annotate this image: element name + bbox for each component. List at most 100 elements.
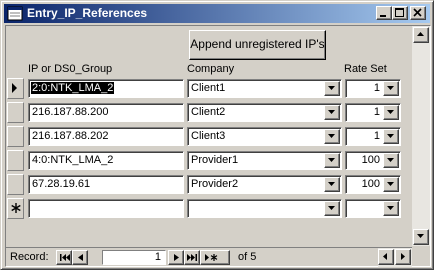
scroll-down-button[interactable] — [413, 229, 429, 245]
company-value: Client2 — [191, 106, 226, 118]
chevron-down-icon — [387, 86, 394, 90]
rate-set-value: 100 — [361, 154, 380, 166]
rate-set-dropdown-button[interactable] — [383, 81, 399, 96]
maximize-button[interactable] — [392, 6, 408, 20]
first-record-button[interactable] — [56, 250, 72, 265]
record-selector[interactable] — [7, 102, 24, 123]
rate-set-dropdown-button[interactable] — [383, 177, 399, 192]
close-icon — [413, 8, 422, 17]
new-record-selector[interactable] — [7, 198, 24, 219]
new-ip-field[interactable] — [28, 199, 184, 218]
rate-set-value: 1 — [373, 82, 380, 94]
new-company-combo[interactable] — [187, 199, 342, 218]
first-record-icon — [60, 254, 70, 261]
chevron-down-icon — [417, 234, 424, 238]
column-header-rate-set: Rate Set — [344, 63, 387, 75]
column-header-ip: IP or DS0_Group — [28, 63, 113, 75]
ip-field[interactable]: 216.187.88.200 — [28, 103, 184, 122]
chevron-down-icon — [328, 110, 335, 114]
close-button[interactable] — [410, 6, 426, 20]
scrollbar-corner — [412, 247, 430, 266]
rate-set-value: 100 — [361, 178, 380, 190]
form-detail: Append unregistered IP's IP or DS0_Group… — [6, 26, 412, 246]
chevron-down-icon — [328, 134, 335, 138]
company-dropdown-button[interactable] — [324, 177, 340, 192]
next-record-button[interactable] — [168, 250, 184, 265]
rate-set-combo[interactable]: 100 — [345, 151, 401, 170]
company-combo[interactable]: Client3 — [187, 127, 342, 146]
rate-set-combo[interactable]: 1 — [345, 79, 401, 98]
scroll-up-button[interactable] — [413, 27, 429, 43]
ip-value: 4:0:NTK_LMA_2 — [32, 154, 114, 166]
next-record-icon — [174, 254, 179, 261]
company-combo[interactable]: Provider2 — [187, 175, 342, 194]
company-combo[interactable]: Client2 — [187, 103, 342, 122]
ip-value: 67.28.19.61 — [32, 178, 91, 190]
chevron-down-icon — [328, 158, 335, 162]
append-unregistered-ips-button[interactable]: Append unregistered IP's — [189, 30, 326, 60]
chevron-up-icon — [417, 32, 424, 36]
ip-field[interactable]: 216.187.88.202 — [28, 127, 184, 146]
company-dropdown-button[interactable] — [324, 81, 340, 96]
rate-set-dropdown-button[interactable] — [383, 153, 399, 168]
previous-record-button[interactable] — [72, 250, 88, 265]
company-value: Provider1 — [191, 154, 239, 166]
company-combo[interactable]: Provider1 — [187, 151, 342, 170]
rate-set-value: 1 — [373, 130, 380, 142]
form-icon — [7, 6, 23, 21]
record-count-text: of 5 — [238, 251, 256, 263]
company-value: Client3 — [191, 130, 226, 142]
record-label: Record: — [10, 251, 49, 263]
window-title: Entry_IP_References — [27, 6, 148, 20]
chevron-down-icon — [387, 110, 394, 114]
minimize-icon — [380, 15, 386, 17]
last-record-button[interactable] — [184, 250, 200, 265]
form-body: Append unregistered IP's IP or DS0_Group… — [5, 25, 431, 267]
chevron-right-icon — [401, 253, 405, 260]
chevron-left-icon — [383, 253, 387, 260]
form-window: Entry_IP_References Append unregistered … — [0, 0, 434, 270]
record-selector[interactable] — [7, 78, 24, 99]
maximize-icon — [395, 8, 404, 17]
ip-field[interactable]: 4:0:NTK_LMA_2 — [28, 151, 184, 170]
rate-set-dropdown-button[interactable] — [383, 129, 399, 144]
rate-set-combo[interactable]: 100 — [345, 175, 401, 194]
scroll-right-button[interactable] — [395, 249, 411, 265]
rate-set-combo[interactable]: 1 — [345, 103, 401, 122]
title-bar[interactable]: Entry_IP_References — [4, 4, 430, 23]
rate-set-combo[interactable]: 1 — [345, 127, 401, 146]
ip-value: 2:0:NTK_LMA_2 — [31, 82, 115, 94]
new-rate-set-combo[interactable] — [345, 199, 401, 218]
record-selector[interactable] — [7, 150, 24, 171]
new-record-button[interactable] — [200, 250, 230, 265]
new-record-icon — [205, 254, 218, 261]
current-record-field[interactable]: 1 — [102, 250, 166, 265]
record-pointer-icon — [12, 83, 17, 93]
company-dropdown-button[interactable] — [324, 129, 340, 144]
horizontal-scrollbar[interactable] — [378, 248, 412, 267]
column-header-company: Company — [187, 63, 235, 75]
last-record-icon — [187, 254, 197, 261]
company-dropdown-button[interactable] — [324, 153, 340, 168]
total-records: 5 — [250, 251, 257, 263]
record-selector[interactable] — [7, 126, 24, 147]
company-value: Provider2 — [191, 178, 239, 190]
ip-field[interactable]: 67.28.19.61 — [28, 175, 184, 194]
ip-field[interactable]: 2:0:NTK_LMA_2 — [28, 79, 184, 98]
company-value: Client1 — [191, 82, 226, 94]
rate-set-dropdown-button[interactable] — [383, 201, 399, 216]
vertical-scrollbar[interactable] — [412, 26, 430, 246]
scroll-left-button[interactable] — [378, 249, 394, 265]
minimize-button[interactable] — [376, 6, 392, 20]
of-label: of — [238, 251, 248, 263]
chevron-down-icon — [328, 182, 335, 186]
rate-set-dropdown-button[interactable] — [383, 105, 399, 120]
ip-value: 216.187.88.202 — [32, 130, 109, 142]
company-combo[interactable]: Client1 — [187, 79, 342, 98]
chevron-down-icon — [328, 206, 335, 210]
company-dropdown-button[interactable] — [324, 105, 340, 120]
company-dropdown-button[interactable] — [324, 201, 340, 216]
new-record-asterisk-icon — [11, 203, 21, 213]
rate-set-value: 1 — [373, 106, 380, 118]
record-selector[interactable] — [7, 174, 24, 195]
